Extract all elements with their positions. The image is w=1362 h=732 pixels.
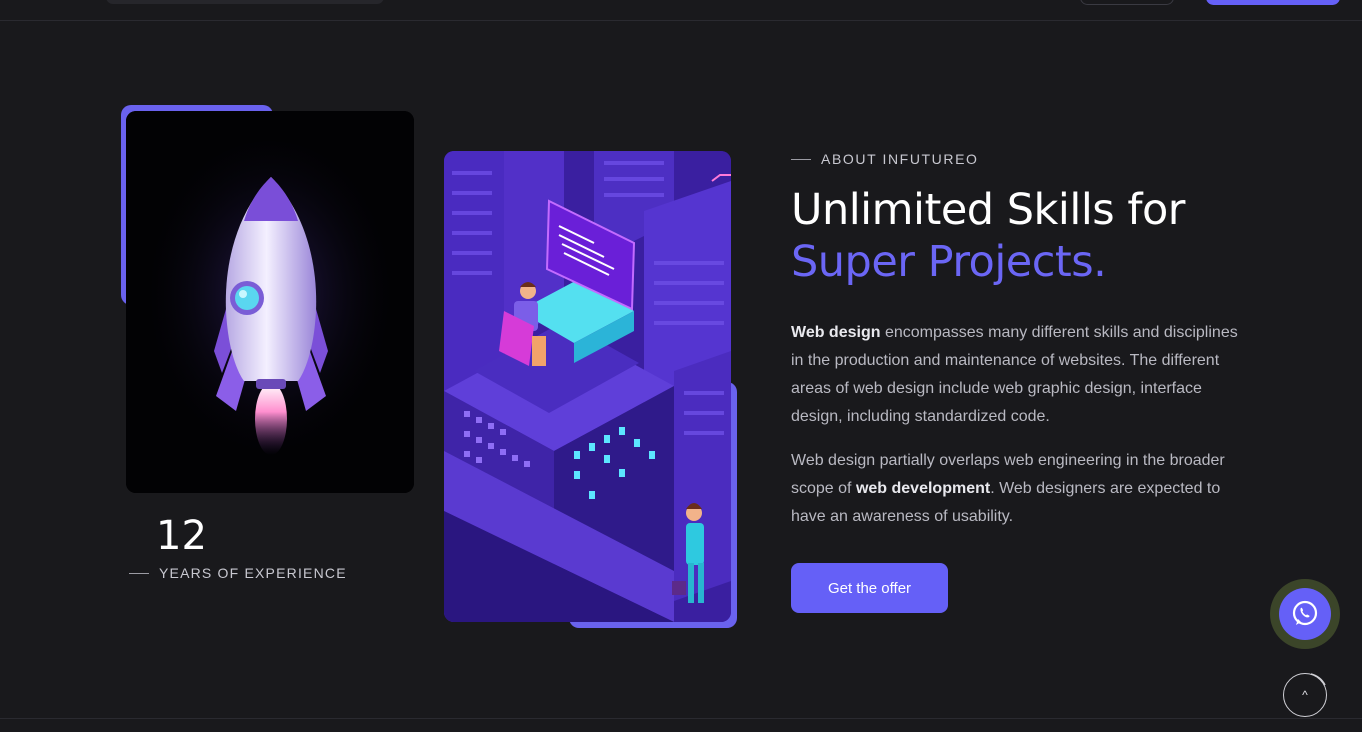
rocket-image (126, 111, 414, 493)
scroll-top-icon: ^ (1302, 688, 1308, 702)
section-eyebrow: ABOUT INFUTUREO (791, 151, 979, 167)
section-divider (0, 718, 1362, 719)
divider-dash (791, 158, 811, 160)
city-image (444, 151, 731, 622)
divider-dash (129, 572, 149, 574)
experience-number: 12 (156, 513, 207, 559)
header-secondary-button[interactable] (1080, 0, 1174, 5)
paragraph-2: Web design partially overlaps web engine… (791, 447, 1251, 531)
get-offer-button[interactable]: Get the offer (791, 563, 948, 613)
paragraph-1-bold: Web design (791, 324, 881, 341)
whatsapp-button[interactable] (1279, 588, 1331, 640)
section-title: Unlimited Skills for Super Projects. (791, 184, 1185, 288)
header-bar (0, 0, 1362, 21)
about-page: 12 YEARS OF EXPERIENCE ABOUT INFUTUREO U… (0, 0, 1362, 732)
whatsapp-icon (1292, 600, 1318, 626)
experience-caption: YEARS OF EXPERIENCE (129, 565, 347, 581)
experience-label: YEARS OF EXPERIENCE (159, 565, 347, 581)
paragraph-2-bold: web development (855, 480, 991, 497)
scroll-top-button[interactable]: ^ (1283, 673, 1327, 717)
header-primary-button[interactable] (1206, 0, 1340, 5)
title-line-1: Unlimited Skills for (791, 185, 1185, 235)
header-search-input[interactable] (106, 0, 384, 4)
title-line-2: Super Projects. (791, 237, 1107, 287)
paragraph-1: Web design encompasses many different sk… (791, 319, 1251, 431)
eyebrow-text: ABOUT INFUTUREO (821, 151, 979, 167)
